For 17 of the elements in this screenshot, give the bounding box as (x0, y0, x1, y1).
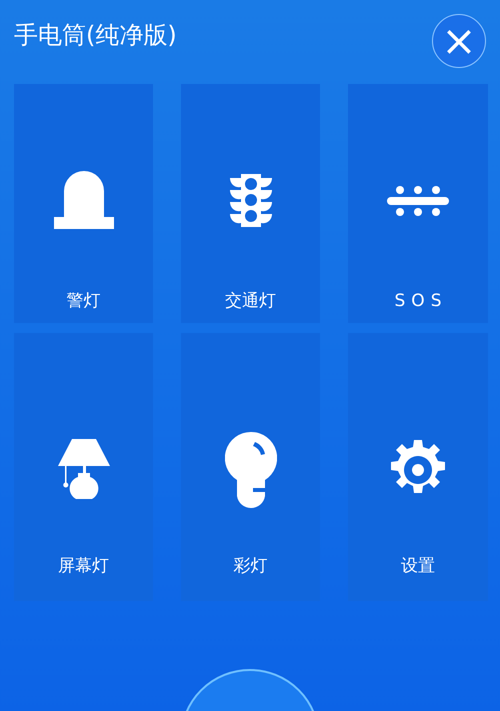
tile-label: 警灯 (66, 290, 100, 312)
table-lamp-icon (58, 439, 110, 501)
tile-label: SOS (394, 290, 448, 312)
mode-tile[interactable]: SOS (348, 84, 488, 323)
mode-tile[interactable]: 交通灯 (181, 84, 320, 323)
tile-label: 交通灯 (225, 290, 276, 312)
app-title: 手电筒(纯净版) (14, 20, 177, 51)
light-bulb-icon (224, 432, 276, 508)
dots-and-bar-icon (387, 186, 449, 216)
mode-tile[interactable]: 警灯 (14, 84, 153, 323)
tile-label: 屏幕灯 (58, 555, 109, 577)
mode-tile[interactable]: 屏幕灯 (14, 333, 153, 601)
mode-tile[interactable]: 设置 (348, 333, 488, 601)
mode-tile[interactable]: 彩灯 (181, 333, 320, 601)
tile-label: 设置 (401, 555, 435, 577)
close-button[interactable]: × (432, 14, 486, 68)
tile-label: 彩灯 (234, 555, 268, 577)
